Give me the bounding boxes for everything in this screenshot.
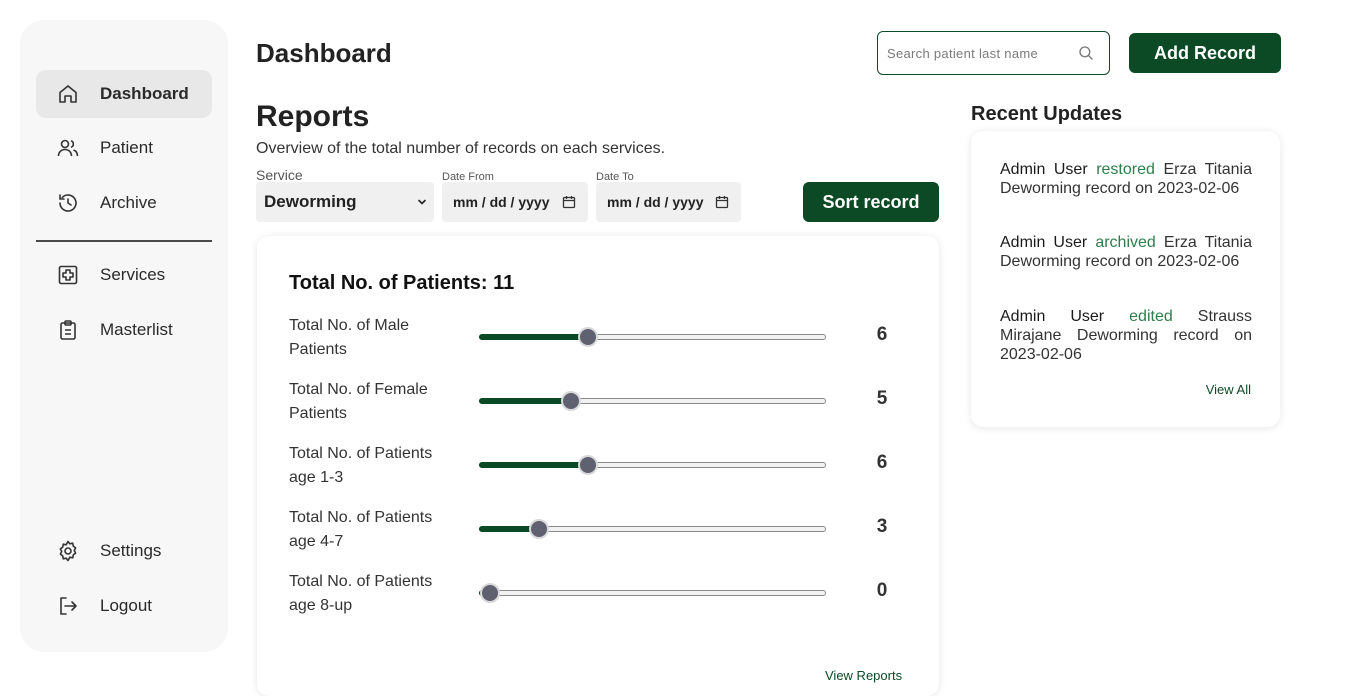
stat-row-male: Total No. of Male Patients 6 xyxy=(257,314,939,378)
clipboard-icon xyxy=(60,320,76,340)
stat-row-female: Total No. of Female Patients 5 xyxy=(257,378,939,442)
slider-thumb[interactable] xyxy=(561,391,582,411)
stat-row-age-4-7: Total No. of Patients age 4-7 3 xyxy=(257,506,939,570)
sidebar-item-services[interactable]: Services xyxy=(36,251,212,299)
recent-updates-card: Admin User restored Erza Titania Dewormi… xyxy=(971,131,1280,427)
calendar-icon[interactable] xyxy=(715,195,729,209)
sidebar-item-dashboard[interactable]: Dashboard xyxy=(36,70,212,118)
slider-fill xyxy=(479,462,587,468)
sidebar-item-label: Logout xyxy=(100,596,152,615)
search-input[interactable] xyxy=(887,45,1067,61)
stat-slider[interactable] xyxy=(479,519,826,539)
sidebar-item-label: Dashboard xyxy=(100,84,189,103)
sidebar-item-label: Patient xyxy=(100,138,153,157)
slider-fill xyxy=(479,334,587,340)
sidebar-item-patient[interactable]: Patient xyxy=(36,124,212,172)
update-actor: Admin User xyxy=(1000,161,1088,178)
stat-slider[interactable] xyxy=(479,327,826,347)
home-icon xyxy=(59,85,77,103)
search-box xyxy=(877,31,1110,75)
stat-label: Total No. of Patients age 8-up xyxy=(289,573,433,614)
service-select-value: Deworming xyxy=(264,192,357,211)
stat-value: 3 xyxy=(876,516,888,537)
service-label: Service xyxy=(256,167,303,183)
sidebar-item-label: Services xyxy=(100,265,166,284)
page-title: Dashboard xyxy=(256,38,392,68)
view-reports-link[interactable]: View Reports xyxy=(825,668,902,683)
update-item: Admin User archived Erza Titania Dewormi… xyxy=(1000,233,1252,271)
calendar-icon[interactable] xyxy=(562,195,576,209)
reports-title: Reports xyxy=(256,100,370,133)
sidebar: Dashboard Patient Archive Services Maste… xyxy=(20,20,228,652)
stat-slider[interactable] xyxy=(479,391,826,411)
reports-subtitle: Overview of the total number of records … xyxy=(256,140,666,157)
stat-value: 0 xyxy=(876,580,888,601)
sidebar-item-archive[interactable]: Archive xyxy=(36,179,212,227)
sidebar-item-label: Settings xyxy=(100,541,162,560)
date-to-value: mm / dd / yyyy xyxy=(607,194,704,210)
recent-updates-title: Recent Updates xyxy=(971,103,1123,125)
date-to-input[interactable]: mm / dd / yyyy xyxy=(596,182,741,222)
update-action: archived xyxy=(1095,234,1156,251)
sort-record-button[interactable]: Sort record xyxy=(803,182,939,222)
update-item: Admin User edited Strauss Mirajane Dewor… xyxy=(1000,307,1252,364)
sidebar-item-label: Archive xyxy=(100,193,157,212)
stat-slider[interactable] xyxy=(479,583,826,603)
gear-icon xyxy=(59,540,77,562)
medical-plus-icon xyxy=(58,265,78,285)
slider-thumb[interactable] xyxy=(529,519,550,539)
slider-thumb[interactable] xyxy=(577,327,598,347)
patient-stats-card: Total No. of Patients: 11 Total No. of M… xyxy=(257,236,939,696)
slider-fill xyxy=(479,398,571,404)
sidebar-item-masterlist[interactable]: Masterlist xyxy=(36,306,212,354)
sidebar-divider xyxy=(36,240,212,242)
update-action: restored xyxy=(1096,161,1155,178)
history-icon xyxy=(59,194,77,212)
chevron-down-icon xyxy=(418,199,426,205)
stat-label: Total No. of Male Patients xyxy=(289,317,410,358)
update-item: Admin User restored Erza Titania Dewormi… xyxy=(1000,160,1252,198)
stat-label: Total No. of Patients age 4-7 xyxy=(289,509,433,550)
total-patients-title: Total No. of Patients: 11 xyxy=(289,272,515,294)
update-actor: Admin User xyxy=(1000,308,1105,325)
service-select[interactable]: Deworming xyxy=(256,182,434,222)
stat-value: 6 xyxy=(876,324,888,345)
stat-value: 6 xyxy=(876,452,888,473)
search-icon[interactable] xyxy=(1077,44,1095,62)
slider-thumb[interactable] xyxy=(577,455,598,475)
users-icon xyxy=(57,139,79,157)
stat-row-age-8-up: Total No. of Patients age 8-up 0 xyxy=(257,570,939,634)
slider-thumb[interactable] xyxy=(480,583,500,603)
add-record-button[interactable]: Add Record xyxy=(1129,33,1281,73)
stat-slider[interactable] xyxy=(479,455,826,475)
stat-label: Total No. of Patients age 1-3 xyxy=(289,445,433,486)
stat-label: Total No. of Female Patients xyxy=(289,381,428,422)
view-all-link[interactable]: View All xyxy=(1206,382,1251,397)
logout-icon xyxy=(60,597,77,615)
sidebar-item-label: Masterlist xyxy=(100,320,173,339)
update-actor: Admin User xyxy=(1000,234,1088,251)
sidebar-item-logout[interactable]: Logout xyxy=(36,582,212,630)
stat-value: 5 xyxy=(876,388,888,409)
sidebar-item-settings[interactable]: Settings xyxy=(36,527,212,575)
stat-row-age-1-3: Total No. of Patients age 1-3 6 xyxy=(257,442,939,506)
date-from-input[interactable]: mm / dd / yyyy xyxy=(442,182,588,222)
update-action: edited xyxy=(1129,308,1173,325)
date-from-value: mm / dd / yyyy xyxy=(453,194,550,210)
